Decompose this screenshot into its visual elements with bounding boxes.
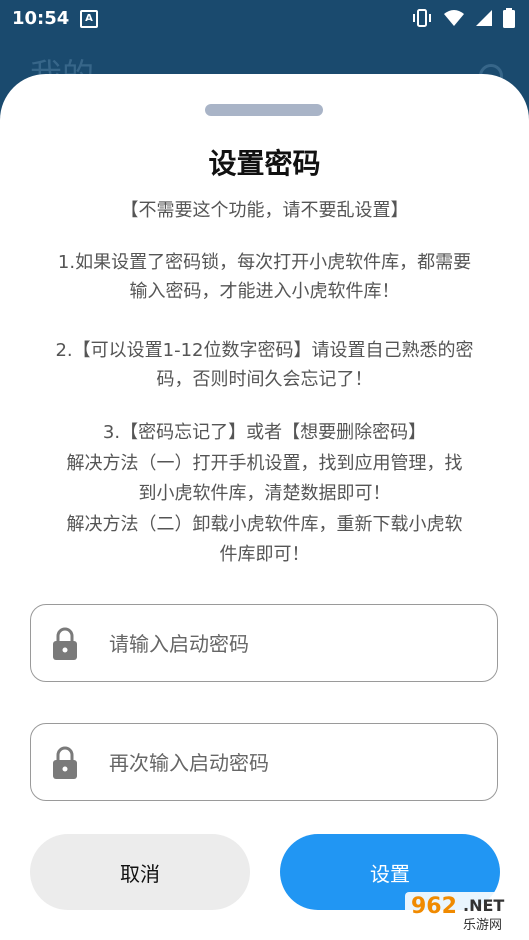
password-input[interactable] [107,623,481,665]
watermark-number: 962 [411,894,457,919]
confirm-password-input[interactable] [107,742,481,784]
cancel-button[interactable]: 取消 [30,834,250,910]
watermark-net: .NET [463,896,505,915]
password-field[interactable] [30,604,498,682]
instruction-3-line-3: 到小虎软件库，清楚数据即可！ [138,483,391,504]
watermark-site: 乐游网 [463,918,503,933]
status-bar: 10:54 A [0,0,529,36]
drag-handle[interactable] [205,104,323,116]
wifi-icon [444,10,464,26]
set-password-sheet: 设置密码 【不需要这个功能，请不要乱设置】 1.如果设置了密码锁，每次打开小虎软… [0,74,529,940]
sheet-title: 设置密码 [208,147,321,180]
instruction-2-line-1: 2.【可以设置1-12位数字密码】请设置自己熟悉的密 [55,340,474,361]
watermark-logo: 962 .NET 乐游网 [405,892,523,936]
instruction-1-line-2: 输入密码，才能进入小虎软件库！ [129,281,400,302]
instruction-3-line-1: 3.【密码忘记了】或者【想要删除密码】 [102,422,427,443]
status-icons [411,8,515,28]
status-time: 10:54 [12,8,70,29]
instruction-3-line-4: 解决方法（二）卸载小虎软件库，重新下载小虎软 [66,514,463,535]
instruction-2-line-2: 码，否则时间久会忘记了！ [156,369,373,390]
battery-icon [503,8,515,28]
signal-icon [476,10,492,26]
instruction-3-line-2: 解决方法（一）打开手机设置，找到应用管理，找 [66,453,463,474]
instruction-3-line-5: 件库即可！ [219,544,310,565]
notification-icon: A [80,10,98,28]
lock-icon [53,746,77,779]
confirm-password-field[interactable] [30,723,498,801]
vibrate-icon [413,9,431,27]
sheet-subtitle: 【不需要这个功能，请不要乱设置】 [120,200,409,221]
lock-icon [53,627,77,660]
instruction-1-line-1: 1.如果设置了密码锁，每次打开小虎软件库，都需要 [57,252,472,273]
